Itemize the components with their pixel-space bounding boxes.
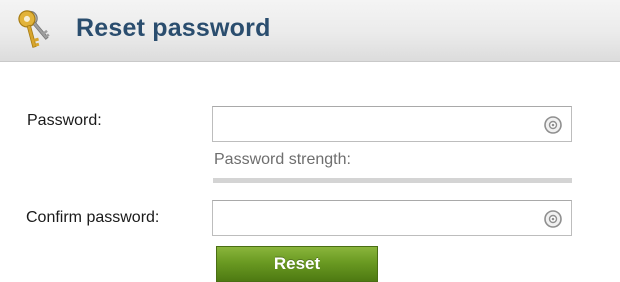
- confirm-password-field[interactable]: [212, 200, 572, 236]
- password-field[interactable]: [212, 106, 572, 142]
- reveal-icon[interactable]: [543, 209, 563, 229]
- page-title: Reset password: [76, 14, 271, 42]
- password-strength-label: Password strength:: [214, 151, 351, 168]
- reveal-icon[interactable]: [543, 115, 563, 135]
- password-strength-bar: [213, 178, 572, 183]
- password-input[interactable]: [213, 107, 571, 141]
- confirm-password-input[interactable]: [213, 201, 571, 235]
- page-header: Reset password: [0, 0, 620, 62]
- confirm-password-label: Confirm password:: [26, 209, 160, 226]
- reset-button[interactable]: Reset: [216, 246, 378, 282]
- keys-icon: [18, 10, 50, 48]
- password-label: Password:: [27, 112, 102, 129]
